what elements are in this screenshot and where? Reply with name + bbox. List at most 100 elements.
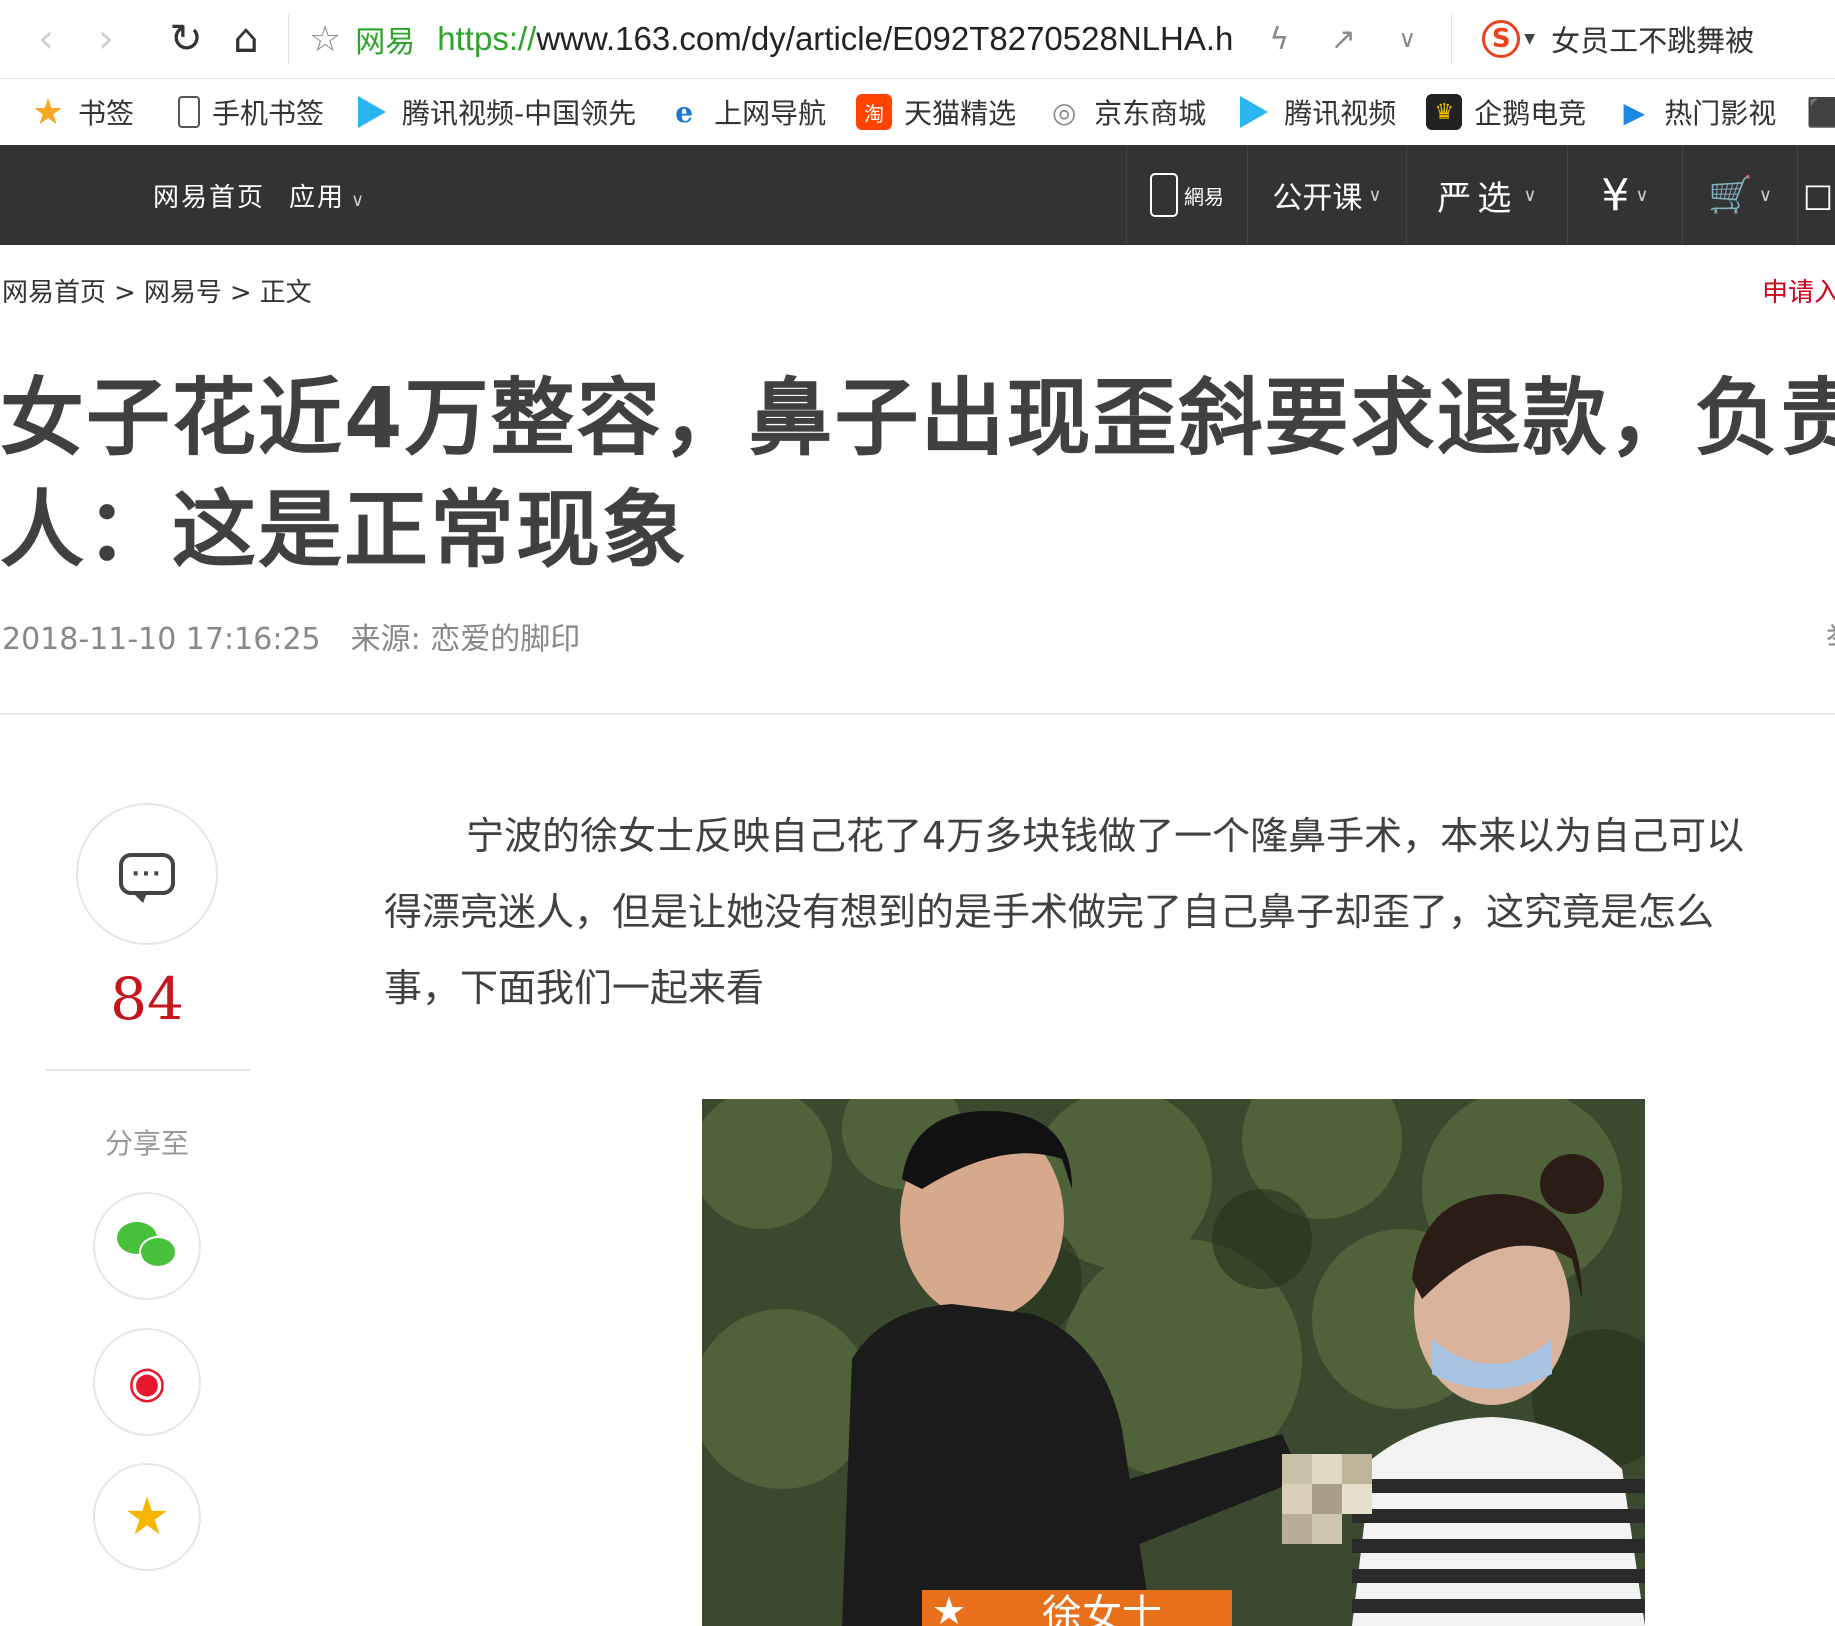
breadcrumb-home[interactable]: 网易首页 (2, 278, 106, 308)
browser-address-bar: ‹ › ↻ ⌂ ☆ 网易 https://www.163.com/dy/arti… (0, 0, 1835, 79)
breadcrumb-separator: > (114, 278, 136, 308)
chevron-down-icon: ∨ (351, 189, 367, 211)
comment-button[interactable]: ··· (76, 803, 218, 945)
share-label: 分享至 (104, 1127, 189, 1160)
chevron-down-icon: ∨ (1368, 184, 1382, 206)
wechat-icon (117, 1222, 177, 1270)
breadcrumb-current: 正文 (259, 278, 312, 308)
divider (46, 1069, 250, 1071)
penguin-esports-icon: ♛ (1426, 94, 1463, 130)
bookmark-item[interactable]: ◎ 京东商城 (1046, 92, 1206, 132)
site-nav-bar: 网易首页 应用 ∨ 網易 公开课 ∨ 严选 ∨ ¥ ∨ 🛒 ∨ □ (0, 145, 1835, 245)
cart-icon: 🛒 (1707, 175, 1753, 216)
report-link[interactable]: 举 (1826, 614, 1835, 658)
bookmark-label: 手机书签 (212, 97, 325, 130)
url-field[interactable]: https://www.163.com/dy/article/E092T8270… (437, 20, 1247, 58)
apply-join-link[interactable]: 申请入 (1762, 272, 1835, 309)
lightning-icon[interactable]: ϟ (1247, 22, 1311, 57)
bookmark-label: 上网导航 (714, 97, 827, 130)
share-wechat-button[interactable] (93, 1192, 201, 1300)
bookmark-item[interactable]: e 上网导航 (666, 92, 826, 132)
play-icon: ▶ (1623, 95, 1645, 129)
chevron-down-icon: ∨ (1758, 184, 1772, 206)
bookmark-item[interactable]: 腾讯视频 (1236, 92, 1396, 132)
divider (0, 713, 1835, 715)
photo-illustration: ★ (702, 1099, 1645, 1626)
tencent-video-icon (1236, 94, 1272, 130)
yuan-icon: ¥ (1601, 169, 1630, 221)
payment-menu[interactable]: ¥ ∨ (1567, 145, 1682, 245)
article-photo: ★ 徐女士 (702, 1099, 1645, 1626)
phone-icon (1150, 173, 1178, 217)
bookmark-item[interactable]: ⬛游 (1806, 92, 1835, 132)
title-line-1: 女子花近4万整容，鼻子出现歪斜要求退款，负责 (0, 369, 1835, 467)
share-qzone-button[interactable]: ★ (93, 1463, 201, 1571)
bookmark-item[interactable]: 腾讯视频-中国领先 (354, 92, 636, 132)
divider (288, 14, 289, 64)
box-icon: □ (1802, 176, 1834, 214)
bookmark-item[interactable]: ♛ 企鹅电竞 (1426, 92, 1586, 132)
yanxuan-menu[interactable]: 严选 ∨ (1406, 145, 1567, 245)
nav-apps-label: 应用 (289, 182, 346, 213)
paragraph-line: 得漂亮迷人，但是让她没有想到的是手术做完了自己鼻子却歪了，这究竟是怎么 (384, 890, 1715, 934)
home-icon[interactable]: ⌂ (216, 9, 276, 69)
bookmark-label: 腾讯视频-中国领先 (402, 97, 637, 130)
url-protocol: https:// (437, 20, 537, 57)
nav-home-link[interactable]: 网易首页 (153, 177, 265, 214)
open-course-menu[interactable]: 公开课 ∨ (1247, 145, 1406, 245)
game-icon: ⬛ (1806, 94, 1835, 130)
article-title: 女子花近4万整容，鼻子出现歪斜要求退款，负责 人：这是正常现象 (0, 362, 1835, 586)
photo-caption: 徐女士 (1042, 1592, 1162, 1626)
star-icon: ★ (31, 91, 65, 133)
bookmark-label: 企鹅电竞 (1474, 97, 1587, 130)
forward-icon[interactable]: › (76, 9, 136, 69)
chevron-down-icon[interactable]: ∨ (1375, 25, 1439, 53)
comment-icon: ··· (119, 853, 175, 903)
chevron-down-icon: ∨ (1635, 184, 1649, 206)
bookmark-item[interactable]: ▶ 热门影视 (1616, 92, 1776, 132)
caret-down-icon[interactable]: ▼ (1524, 31, 1535, 47)
divider (1451, 14, 1453, 64)
netease-logo-text: 網易 (1184, 184, 1224, 209)
bookmark-item[interactable]: 手机书签 (178, 92, 324, 132)
article-meta: 2018-11-10 17:16:25 来源: 恋爱的脚印 (2, 614, 580, 658)
sogou-search-icon[interactable]: S (1482, 20, 1521, 58)
yanxuan-label: 严选 (1437, 178, 1518, 219)
search-input[interactable]: 女员工不跳舞被 (1551, 18, 1754, 60)
bookmark-label: 腾讯视频 (1284, 97, 1397, 130)
back-icon[interactable]: ‹ (16, 9, 76, 69)
title-line-2: 人：这是正常现象 (0, 481, 689, 579)
bookmark-label: 书签 (78, 97, 135, 130)
paragraph-line: 宁波的徐女士反映自己花了4万多块钱做了一个隆鼻手术，本来以为自己可以 (466, 814, 1745, 858)
tencent-video-icon (354, 94, 390, 130)
article-paragraph: 宁波的徐女士反映自己花了4万多块钱做了一个隆鼻手术，本来以为自己可以 得漂亮迷人… (384, 798, 1835, 1026)
breadcrumb-separator: > (229, 278, 252, 308)
mobile-app-link[interactable]: 網易 (1126, 145, 1247, 245)
bookmark-star-icon[interactable]: ☆ (309, 19, 341, 60)
comment-count[interactable]: 84 (76, 965, 218, 1033)
cart-menu[interactable]: 🛒 ∨ (1682, 145, 1797, 245)
bookmark-label: 天猫精选 (904, 97, 1017, 130)
site-identity: 网易 (355, 25, 416, 60)
tmall-icon: 淘 (856, 94, 893, 130)
bookmark-item[interactable]: 淘天猫精选 (856, 92, 1016, 132)
bookmark-label: 热门影视 (1664, 97, 1777, 130)
ie-icon: e (675, 95, 694, 129)
refresh-icon[interactable]: ↻ (156, 9, 216, 69)
bookmark-item[interactable]: ★ 书签 (30, 91, 135, 133)
weibo-icon: ◉ (127, 1356, 167, 1408)
breadcrumb: 网易首页 > 网易号 > 正文 (2, 272, 312, 309)
nav-apps-menu[interactable]: 应用 ∨ (289, 177, 366, 214)
publish-time: 2018-11-10 17:16:25 (2, 622, 321, 657)
open-course-label: 公开课 (1272, 181, 1363, 216)
share-weibo-button[interactable]: ◉ (93, 1328, 201, 1436)
chevron-down-icon: ∨ (1523, 184, 1537, 206)
breadcrumb-section[interactable]: 网易号 (144, 278, 222, 308)
share-icon[interactable]: ↗ (1311, 22, 1375, 57)
bookmark-label: 京东商城 (1094, 97, 1207, 130)
paragraph-line: 事，下面我们一起来看 (384, 966, 765, 1010)
url-path: www.163.com/dy/article/E092T8270528NLHA.… (536, 20, 1234, 57)
article-source[interactable]: 来源: 恋爱的脚印 (351, 622, 581, 657)
globe-icon: ◎ (1051, 95, 1077, 129)
more-menu[interactable]: □ (1797, 145, 1835, 245)
